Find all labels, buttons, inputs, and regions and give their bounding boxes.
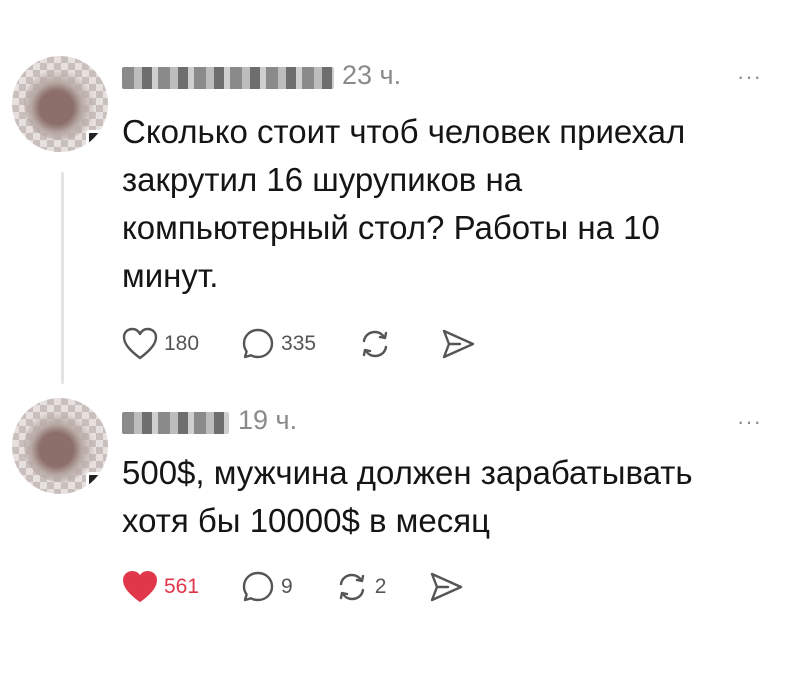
reply-button[interactable]: 335: [241, 327, 316, 361]
more-icon[interactable]: ···: [737, 64, 762, 90]
comment-text: Сколько стоит чтоб человек приехал закру…: [122, 113, 686, 294]
username-blurred[interactable]: [122, 412, 229, 434]
repost-icon: [362, 330, 388, 358]
repost-icon: [339, 573, 364, 601]
heart-icon: [122, 327, 158, 360]
repost-button[interactable]: 2: [335, 570, 387, 604]
share-button[interactable]: [440, 327, 476, 361]
thread-line: [61, 172, 64, 384]
like-button[interactable]: 561: [122, 570, 199, 604]
timestamp: 23 ч.: [342, 60, 402, 90]
avatar[interactable]: [12, 56, 108, 152]
share-button[interactable]: [428, 570, 464, 604]
comment-icon: [242, 328, 274, 359]
like-count: 561: [164, 575, 200, 598]
avatar-badge: [86, 472, 108, 494]
comment-icon: [242, 571, 274, 602]
more-icon[interactable]: ···: [737, 409, 762, 435]
action-bar: 561 9 2: [122, 570, 506, 604]
username-blurred[interactable]: [122, 67, 334, 89]
share-icon: [442, 329, 475, 359]
comment-text: 500$, мужчина должен зарабатывать хотя б…: [122, 454, 693, 539]
reply-count: 9: [281, 575, 293, 598]
action-bar: 180 335: [122, 327, 518, 361]
repost-button[interactable]: [358, 327, 398, 361]
share-icon: [431, 572, 463, 602]
avatar-badge: [86, 130, 108, 152]
like-count: 180: [164, 332, 200, 355]
timestamp: 19 ч.: [238, 405, 298, 435]
like-button[interactable]: 180: [122, 327, 199, 361]
repost-count: 2: [374, 575, 387, 598]
heart-icon: [123, 571, 157, 602]
reply-button[interactable]: 9: [241, 570, 293, 604]
avatar[interactable]: [12, 398, 108, 494]
reply-count: 335: [281, 332, 317, 355]
